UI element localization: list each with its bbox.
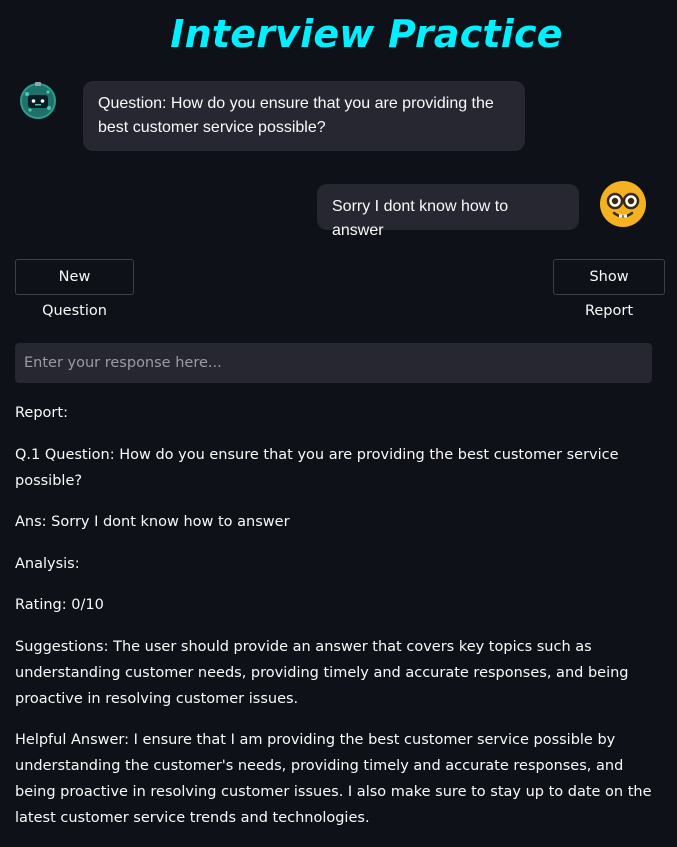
robot-icon	[18, 80, 58, 120]
report-question: Q.1 Question: How do you ensure that you…	[15, 446, 619, 489]
new-question-button[interactable]: New Question	[15, 259, 134, 319]
report-analysis: Analysis:	[15, 555, 80, 572]
report-section: Report: Q.1 Question: How do you ensure …	[15, 400, 655, 847]
nerd-face-icon	[599, 180, 647, 228]
page-title: Interview Practice	[170, 12, 563, 56]
bot-message-bubble: Question: How do you ensure that you are…	[83, 81, 525, 151]
report-suggestions: Suggestions: The user should provide an …	[15, 638, 629, 707]
report-rating: Rating: 0/10	[15, 597, 104, 613]
user-message-bubble: Sorry I dont know how to answer	[317, 184, 579, 239]
show-report-button[interactable]: Show Report	[553, 259, 665, 319]
report-heading: Report:	[15, 405, 68, 421]
report-helpful-answer: Helpful Answer: I ensure that I am provi…	[15, 732, 652, 826]
response-input[interactable]	[15, 343, 652, 383]
report-answer: Ans: Sorry I dont know how to answer	[15, 514, 290, 530]
